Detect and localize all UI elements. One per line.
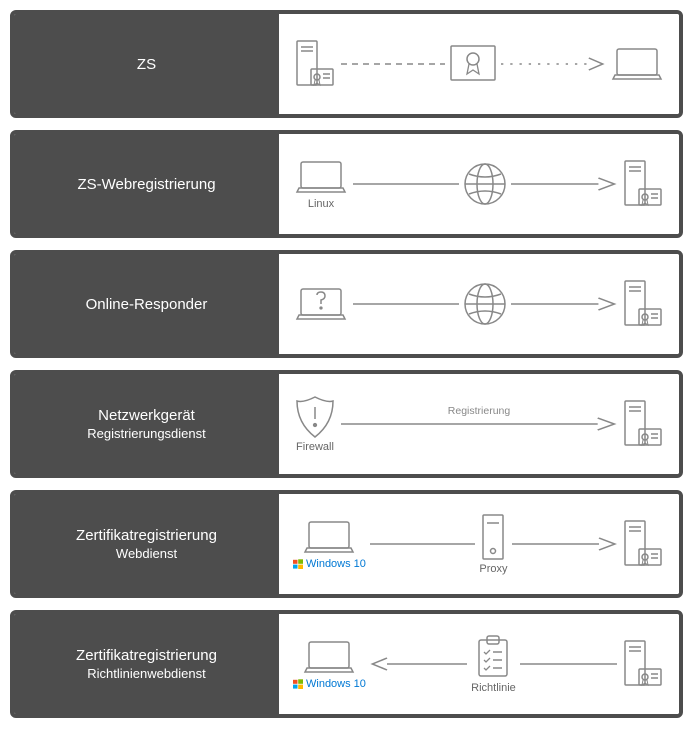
- server-cert-icon: [621, 142, 665, 226]
- label-cell: ZS: [14, 14, 279, 114]
- arrow-right: [511, 289, 617, 319]
- caption-linux: Linux: [308, 198, 334, 210]
- connector-solid: [370, 529, 475, 559]
- laptop-windows-icon: Windows 10: [293, 502, 366, 586]
- label-cell: Online-Responder: [14, 254, 279, 354]
- caption-windows10: Windows 10: [293, 558, 366, 570]
- row-title: ZS-Webregistrierung: [77, 176, 215, 193]
- connector-dashed: [341, 49, 445, 79]
- arrow-right-labeled: Registrierung: [341, 409, 617, 439]
- caption-proxy: Proxy: [479, 563, 507, 575]
- label-cell: Netzwerkgerät Registrierungsdienst: [14, 374, 279, 474]
- row-title: Netzwerkgerät: [98, 407, 195, 424]
- label-cell: Zertifikatregistrierung Richtlinienwebdi…: [14, 614, 279, 714]
- policy-clipboard-icon: Richtlinie: [471, 622, 516, 706]
- caption-policy: Richtlinie: [471, 682, 516, 694]
- row-zs: ZS: [10, 10, 683, 118]
- row-subtitle: Registrierungsdienst: [87, 426, 206, 441]
- arrow-right: [511, 169, 617, 199]
- certificate-icon: [449, 22, 497, 106]
- connector-solid: [353, 169, 459, 199]
- arrow-right: [512, 529, 617, 559]
- row-subtitle: Webdienst: [116, 546, 177, 561]
- firewall-shield-icon: Firewall: [293, 382, 337, 466]
- row-zs-webreg: ZS-Webregistrierung Linux: [10, 130, 683, 238]
- label-cell: ZS-Webregistrierung: [14, 134, 279, 234]
- diagram-cell: Firewall Registrierung: [279, 374, 679, 474]
- row-cert-enroll-web: Zertifikatregistrierung Webdienst Window…: [10, 490, 683, 598]
- server-cert-icon: [621, 502, 665, 586]
- row-network-device: Netzwerkgerät Registrierungsdienst Firew…: [10, 370, 683, 478]
- windows-logo-icon: [293, 679, 303, 689]
- caption-firewall: Firewall: [296, 441, 334, 453]
- globe-icon: [463, 142, 507, 226]
- row-title: ZS: [137, 56, 156, 73]
- caption-windows10: Windows 10: [293, 678, 366, 690]
- connector-label: Registrierung: [448, 405, 510, 417]
- row-title: Zertifikatregistrierung: [76, 527, 217, 544]
- row-title: Online-Responder: [86, 296, 208, 313]
- laptop-icon: [609, 22, 665, 106]
- connector-solid: [353, 289, 459, 319]
- server-cert-icon: [293, 22, 337, 106]
- row-subtitle: Richtlinienwebdienst: [87, 666, 206, 681]
- globe-icon: [463, 262, 507, 346]
- row-online-responder: Online-Responder: [10, 250, 683, 358]
- server-cert-icon: [621, 622, 665, 706]
- proxy-tower-icon: Proxy: [479, 502, 507, 586]
- windows-logo-icon: [293, 559, 303, 569]
- laptop-question-icon: [293, 262, 349, 346]
- diagram-cell: Windows 10 Richtlinie: [279, 614, 679, 714]
- arrow-right-dashed: [501, 49, 605, 79]
- diagram-cell: Windows 10 Proxy: [279, 494, 679, 594]
- laptop-windows-icon: Windows 10: [293, 622, 366, 706]
- row-cert-enroll-policy: Zertifikatregistrierung Richtlinienwebdi…: [10, 610, 683, 718]
- row-title: Zertifikatregistrierung: [76, 647, 217, 664]
- laptop-linux-icon: Linux: [293, 142, 349, 226]
- server-cert-icon: [621, 382, 665, 466]
- label-cell: Zertifikatregistrierung Webdienst: [14, 494, 279, 594]
- diagram-cell: Linux: [279, 134, 679, 234]
- connector-solid: [520, 649, 617, 679]
- diagram-cell: [279, 254, 679, 354]
- diagram-cell: [279, 14, 679, 114]
- arrow-left: [370, 649, 467, 679]
- server-cert-icon: [621, 262, 665, 346]
